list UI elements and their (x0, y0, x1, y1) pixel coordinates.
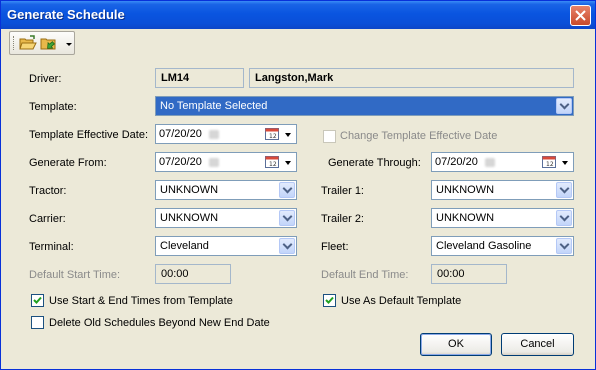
template-dropdown-button[interactable] (556, 98, 572, 114)
use-template-times-checkbox[interactable] (31, 294, 44, 307)
carrier-label: Carrier: (29, 213, 66, 225)
default-start-time-field: 00:00 (155, 264, 231, 284)
default-start-time-label: Default Start Time: (29, 269, 121, 281)
trailer2-value: UNKNOWN (436, 212, 495, 224)
template-value: No Template Selected (160, 100, 268, 112)
ok-button[interactable]: OK (420, 333, 492, 356)
trailer1-label: Trailer 1: (321, 185, 364, 197)
trailer2-select[interactable]: UNKNOWN (431, 208, 574, 228)
date-dropdown-arrow[interactable] (562, 161, 568, 165)
generate-through-label: Generate Through: (328, 157, 421, 169)
fleet-label: Fleet: (321, 241, 349, 253)
close-icon (575, 10, 586, 21)
template-effective-date-picker[interactable]: 07/20/20 12 (155, 124, 297, 144)
carrier-dropdown-button[interactable] (279, 210, 295, 226)
calendar-icon[interactable]: 12 (265, 128, 279, 140)
tractor-value: UNKNOWN (160, 184, 219, 196)
date-redaction (209, 158, 219, 167)
date-dropdown-arrow[interactable] (285, 133, 291, 137)
terminal-dropdown-button[interactable] (279, 238, 295, 254)
window-title: Generate Schedule (7, 7, 125, 22)
default-end-time-label: Default End Time: (321, 269, 409, 281)
svg-text:12: 12 (546, 161, 554, 168)
fleet-dropdown-button[interactable] (556, 238, 572, 254)
checkmark-icon (33, 296, 42, 304)
delete-old-schedules-checkbox[interactable] (31, 316, 44, 329)
change-template-effective-date-checkbox[interactable] (323, 130, 336, 143)
open-folder-icon[interactable] (19, 35, 37, 51)
terminal-select[interactable]: Cleveland (155, 236, 297, 256)
tractor-dropdown-button[interactable] (279, 182, 295, 198)
tractor-select[interactable]: UNKNOWN (155, 180, 297, 200)
date-dropdown-arrow[interactable] (285, 161, 291, 165)
trailer2-label: Trailer 2: (321, 213, 364, 225)
cancel-button[interactable]: Cancel (501, 333, 574, 356)
generate-from-picker[interactable]: 07/20/20 12 (155, 152, 297, 172)
driver-label: Driver: (29, 73, 62, 85)
title-bar[interactable]: Generate Schedule (1, 1, 595, 29)
chevron-down-icon[interactable] (65, 40, 73, 48)
use-template-times-label: Use Start & End Times from Template (49, 295, 233, 307)
template-effective-date-label: Template Effective Date: (29, 129, 149, 141)
tractor-label: Tractor: (29, 185, 67, 197)
checkmark-icon (325, 296, 334, 304)
template-select[interactable]: No Template Selected (155, 96, 574, 116)
driver-name-field: Langston,Mark (249, 68, 574, 88)
date-redaction (209, 130, 219, 139)
fleet-value: Cleveland Gasoline (436, 240, 532, 252)
toolbar (9, 31, 75, 55)
trailer1-dropdown-button[interactable] (556, 182, 572, 198)
terminal-value: Cleveland (160, 240, 209, 252)
generate-through-picker[interactable]: 07/20/20 12 (431, 152, 574, 172)
generate-through-value: 07/20/20 (435, 156, 478, 168)
generate-from-value: 07/20/20 (159, 156, 202, 168)
template-effective-date-value: 07/20/20 (159, 128, 202, 140)
svg-text:12: 12 (269, 161, 277, 168)
terminal-label: Terminal: (29, 241, 74, 253)
date-redaction (485, 158, 495, 167)
export-folder-icon[interactable] (40, 35, 58, 51)
generate-from-label: Generate From: (29, 157, 107, 169)
trailer1-value: UNKNOWN (436, 184, 495, 196)
svg-text:12: 12 (269, 133, 277, 140)
default-end-time-field: 00:00 (431, 264, 507, 284)
calendar-icon[interactable]: 12 (542, 156, 556, 168)
use-default-template-label: Use As Default Template (341, 295, 462, 307)
close-button[interactable] (570, 5, 591, 26)
trailer1-select[interactable]: UNKNOWN (431, 180, 574, 200)
carrier-value: UNKNOWN (160, 212, 219, 224)
change-template-effective-date-label: Change Template Effective Date (340, 130, 498, 142)
fleet-select[interactable]: Cleveland Gasoline (431, 236, 574, 256)
delete-old-schedules-label: Delete Old Schedules Beyond New End Date (49, 317, 270, 329)
calendar-icon[interactable]: 12 (265, 156, 279, 168)
toolbar-grip[interactable] (13, 36, 16, 50)
carrier-select[interactable]: UNKNOWN (155, 208, 297, 228)
generate-schedule-dialog: Generate Schedule Driver: LM14 Langston,… (0, 0, 596, 370)
driver-code-field: LM14 (155, 68, 244, 88)
template-label: Template: (29, 101, 77, 113)
use-default-template-checkbox[interactable] (323, 294, 336, 307)
trailer2-dropdown-button[interactable] (556, 210, 572, 226)
